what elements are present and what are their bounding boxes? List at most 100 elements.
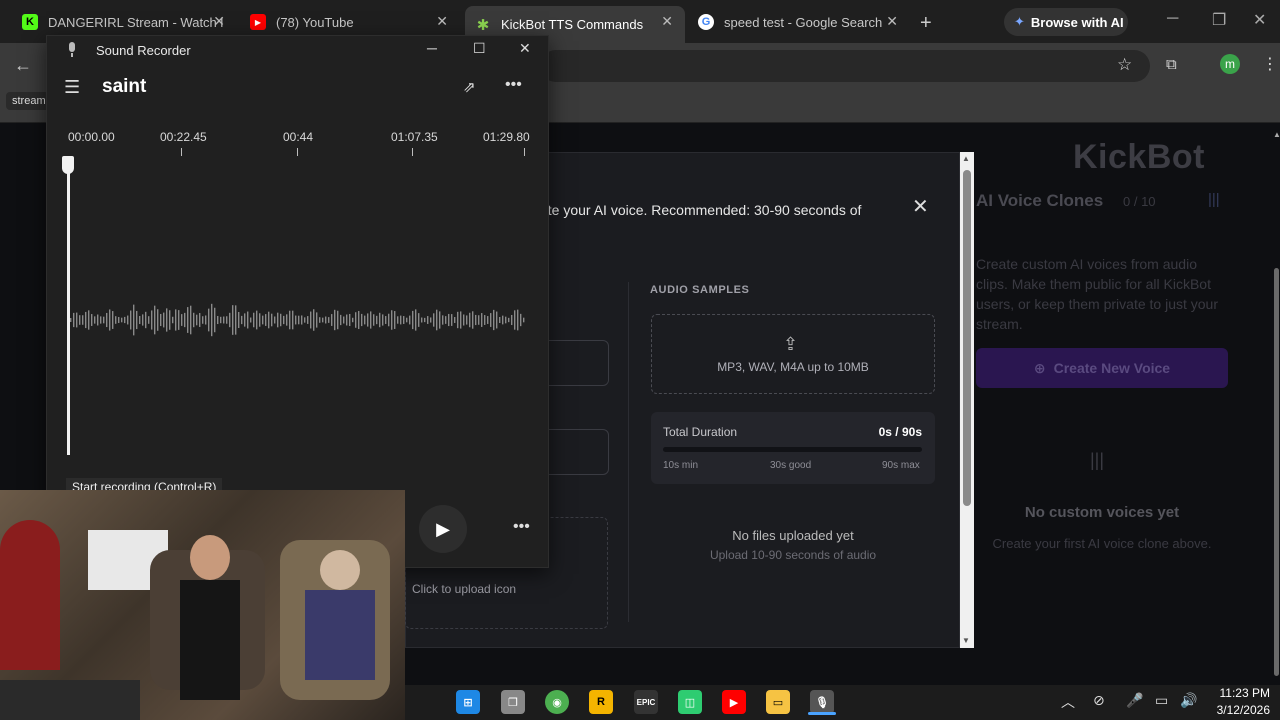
browser-menu-icon[interactable]: ⋮ xyxy=(1262,54,1278,74)
scroll-up-icon[interactable]: ▲ xyxy=(962,154,970,163)
audio-samples-label: AUDIO SAMPLES xyxy=(650,284,750,296)
page-scrollbar-thumb[interactable] xyxy=(1274,268,1279,676)
waveform-bar xyxy=(220,316,222,324)
browse-with-ai-button[interactable]: ✦ Browse with AI xyxy=(1004,8,1128,36)
waveform-bar xyxy=(496,311,498,329)
total-duration-value: 0s / 90s xyxy=(878,425,922,439)
clock-date[interactable]: 3/12/2026 xyxy=(1200,703,1270,717)
share-icon[interactable]: ⇗ xyxy=(463,78,476,96)
waveform-bar xyxy=(451,314,453,326)
volume-icon[interactable]: 🔊 xyxy=(1180,692,1197,709)
waveform-bar xyxy=(322,317,324,323)
hamburger-menu-icon[interactable]: ☰ xyxy=(64,77,80,98)
maximize-icon[interactable]: ❐ xyxy=(1212,10,1226,30)
waveform-bar xyxy=(85,311,87,329)
microphone-icon xyxy=(69,42,75,57)
profile-avatar[interactable]: m xyxy=(1220,54,1240,74)
task-view-icon[interactable]: ❐ xyxy=(501,690,525,714)
waveform-bar xyxy=(475,314,477,326)
close-tab-icon[interactable]: ✕ xyxy=(436,13,448,30)
rockstar-icon[interactable]: R xyxy=(589,690,613,714)
address-bar[interactable] xyxy=(540,50,1150,82)
waveform-bar xyxy=(412,310,414,330)
waveform-bar xyxy=(193,312,195,328)
recorder-maximize-icon[interactable]: ☐ xyxy=(473,40,486,57)
chrome-icon[interactable]: ◉ xyxy=(545,690,569,714)
scroll-down-icon[interactable]: ▼ xyxy=(962,636,970,645)
new-tab-button[interactable]: + xyxy=(920,12,932,35)
modal-divider xyxy=(628,282,629,622)
bookmark-item[interactable]: stream xyxy=(6,92,52,110)
waveform-bar xyxy=(79,315,81,325)
waveform-bar xyxy=(340,314,342,326)
timeline-label: 00:44 xyxy=(283,130,314,144)
waveform-bar xyxy=(478,315,480,325)
waveform-icon: ||| xyxy=(1090,450,1105,470)
waveform-bar xyxy=(481,313,483,327)
recording-name: saint xyxy=(102,76,147,97)
waveform-bar xyxy=(190,305,192,335)
modal-close-icon[interactable]: ✕ xyxy=(912,194,929,219)
waveform-bar xyxy=(265,314,267,326)
waveform-bar xyxy=(511,314,513,326)
minimize-icon[interactable]: ─ xyxy=(1167,10,1178,28)
waveform-bar xyxy=(364,315,366,325)
upload-icon: ⇪ xyxy=(783,334,799,354)
playback-more-icon[interactable]: ••• xyxy=(513,518,530,536)
create-new-voice-button[interactable]: ⊕ Create New Voice xyxy=(976,348,1228,388)
clock-time[interactable]: 11:23 PM xyxy=(1210,686,1270,700)
waveform-bar xyxy=(454,317,456,323)
close-tab-icon[interactable]: ✕ xyxy=(886,13,898,30)
waveform-bar xyxy=(70,318,72,322)
recorder-close-icon[interactable]: ✕ xyxy=(519,40,531,57)
windows-start-icon[interactable]: ⊞ xyxy=(456,690,480,714)
page-scroll-up-icon[interactable]: ▲ xyxy=(1273,130,1280,139)
microphone-tray-icon[interactable]: 🎤 xyxy=(1126,692,1143,709)
network-icon[interactable]: ▭ xyxy=(1155,692,1168,709)
cast-icon[interactable]: ⧉ xyxy=(1166,56,1177,73)
close-tab-icon[interactable]: ✕ xyxy=(661,13,673,30)
waveform-bar xyxy=(301,315,303,325)
timeline-label: 01:29.80 xyxy=(483,130,530,144)
sound-recorder-taskbar-icon[interactable]: 🎙 xyxy=(810,690,834,714)
tab-dangerirl[interactable]: K DANGERIRL Stream - Watch l ✕ xyxy=(12,6,237,38)
youtube-app-icon[interactable]: ▶ xyxy=(722,690,746,714)
file-explorer-icon[interactable]: ▭ xyxy=(766,690,790,714)
tab-google[interactable]: G speed test - Google Search ✕ xyxy=(688,6,910,38)
back-arrow-icon[interactable]: ← xyxy=(14,55,32,76)
person-center-body xyxy=(180,580,240,700)
waveform-bar xyxy=(76,312,78,328)
google-icon: G xyxy=(698,14,714,30)
waveform-bar xyxy=(112,311,114,329)
waveform-bar xyxy=(379,312,381,328)
bookmark-star-icon[interactable]: ☆ xyxy=(1117,55,1132,75)
epic-games-icon[interactable]: EPIC xyxy=(634,690,658,714)
recorder-minimize-icon[interactable]: ─ xyxy=(427,40,437,56)
waveform-bar xyxy=(298,315,300,325)
clone-count: 0 / 10 xyxy=(1123,194,1156,209)
waveform-bar xyxy=(145,311,147,329)
play-button[interactable]: ▶ xyxy=(419,505,467,553)
waveform-bar xyxy=(493,309,495,331)
tray-overflow-icon[interactable]: ︿ xyxy=(1061,692,1075,712)
close-tab-icon[interactable]: ✕ xyxy=(213,13,225,30)
waveform-bar xyxy=(136,310,138,330)
waveform-bar xyxy=(349,313,351,327)
close-window-icon[interactable]: ✕ xyxy=(1253,10,1266,30)
playhead-line[interactable] xyxy=(67,170,70,455)
chat-app-icon[interactable]: ◫ xyxy=(678,690,702,714)
waveform-bar xyxy=(130,310,132,330)
waveform-bar xyxy=(331,314,333,326)
waveform-bar xyxy=(106,312,108,328)
create-voice-label: Create New Voice xyxy=(1053,360,1171,376)
tab-youtube[interactable]: ▶ (78) YouTube ✕ xyxy=(240,6,460,38)
more-options-icon[interactable]: ••• xyxy=(505,76,522,94)
voice-name-input[interactable] xyxy=(540,340,609,386)
playhead-handle[interactable] xyxy=(62,156,74,174)
duration-tick-min: 10s min xyxy=(663,460,699,471)
voice-description-input[interactable] xyxy=(540,429,609,475)
location-off-icon[interactable]: ⊘ xyxy=(1093,692,1105,709)
modal-scrollbar-thumb[interactable] xyxy=(963,170,971,506)
taskbar xyxy=(405,685,1280,720)
duration-tick-good: 30s good xyxy=(770,460,812,471)
